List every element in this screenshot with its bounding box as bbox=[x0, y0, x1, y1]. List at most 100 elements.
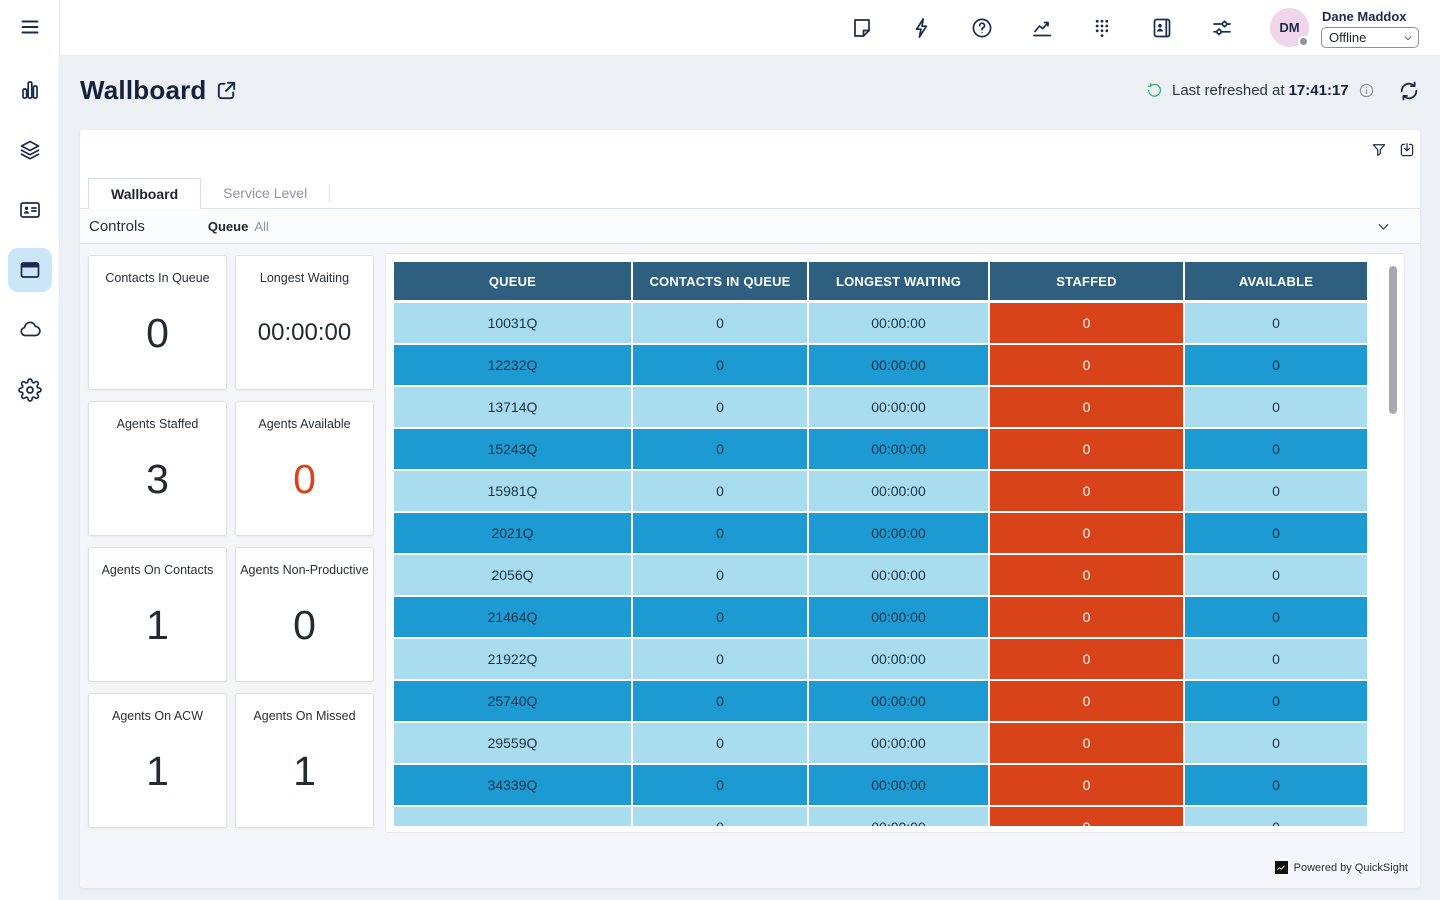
cell-staffed: 0 bbox=[990, 387, 1183, 427]
line-chart-icon[interactable] bbox=[1030, 16, 1054, 40]
tab-label: Service Level bbox=[223, 185, 307, 201]
kpi-label: Longest Waiting bbox=[260, 271, 349, 285]
column-header[interactable]: QUEUE bbox=[394, 262, 631, 300]
kpi-card: Agents On ACW1 bbox=[88, 693, 227, 828]
cell-queue: 25740Q bbox=[394, 681, 631, 721]
column-header[interactable]: AVAILABLE bbox=[1185, 262, 1367, 300]
cell-queue: 12232Q bbox=[394, 345, 631, 385]
quick-actions-icon[interactable] bbox=[910, 16, 934, 40]
cell-staffed: 0 bbox=[990, 807, 1183, 826]
info-icon[interactable] bbox=[1358, 82, 1375, 99]
queue-table-tile: QUEUECONTACTS IN QUEUELONGEST WAITINGSTA… bbox=[385, 253, 1405, 833]
cell-queue: 2056Q bbox=[394, 555, 631, 595]
cell-staffed: 0 bbox=[990, 681, 1183, 721]
sidebar-item-routing[interactable] bbox=[8, 128, 52, 172]
cell-longest-waiting: 00:00:00 bbox=[809, 765, 988, 805]
cell-queue: 15981Q bbox=[394, 471, 631, 511]
cell-contacts-in-queue: 0 bbox=[633, 723, 807, 763]
bar-chart-icon bbox=[18, 78, 42, 102]
cell-longest-waiting: 00:00:00 bbox=[809, 723, 988, 763]
sidebar-item-metrics[interactable] bbox=[8, 68, 52, 112]
sliders-icon[interactable] bbox=[1210, 16, 1234, 40]
table-row: 25740Q000:00:0000 bbox=[394, 681, 1370, 721]
dashboard-content: Contacts In Queue0Longest Waiting00:00:0… bbox=[80, 244, 1420, 888]
last-refreshed-label: Last refreshed at bbox=[1172, 82, 1285, 99]
table-scrollbar[interactable] bbox=[1389, 266, 1397, 414]
kpi-card: Agents Available0 bbox=[235, 401, 374, 536]
cell-staffed: 0 bbox=[990, 471, 1183, 511]
kpi-value: 0 bbox=[293, 431, 316, 535]
cell-contacts-in-queue: 0 bbox=[633, 429, 807, 469]
cell-staffed: 0 bbox=[990, 597, 1183, 637]
id-card-icon bbox=[18, 198, 42, 222]
sidebar-item-settings[interactable] bbox=[8, 368, 52, 412]
column-header[interactable]: CONTACTS IN QUEUE bbox=[633, 262, 807, 300]
help-icon[interactable] bbox=[970, 16, 994, 40]
cell-queue: 21464Q bbox=[394, 597, 631, 637]
tab-divider bbox=[329, 184, 330, 202]
cell-staffed: 0 bbox=[990, 555, 1183, 595]
kpi-value: 0 bbox=[293, 577, 316, 681]
cell-queue: 13714Q bbox=[394, 387, 631, 427]
controls-bar: Controls Queue All bbox=[80, 209, 1420, 244]
cell-staffed: 0 bbox=[990, 513, 1183, 553]
app-root: DM Dane Maddox Offline Wallboard Last re… bbox=[0, 0, 1440, 900]
cell-longest-waiting: 00:00:00 bbox=[809, 387, 988, 427]
kpi-card: Agents On Missed1 bbox=[235, 693, 374, 828]
sidebar-item-wallboard[interactable] bbox=[8, 248, 52, 292]
dialpad-icon[interactable] bbox=[1090, 16, 1114, 40]
cell-contacts-in-queue: 0 bbox=[633, 471, 807, 511]
cell-available: 0 bbox=[1185, 345, 1367, 385]
table-row: 13714Q000:00:0000 bbox=[394, 387, 1370, 427]
external-link-icon[interactable] bbox=[215, 79, 238, 102]
table-body: 10031Q000:00:000012232Q000:00:000013714Q… bbox=[394, 303, 1370, 826]
kpi-value: 3 bbox=[146, 431, 169, 535]
column-header[interactable]: STAFFED bbox=[990, 262, 1183, 300]
filter-icon[interactable] bbox=[1370, 141, 1388, 159]
cell-contacts-in-queue: 0 bbox=[633, 681, 807, 721]
cell-contacts-in-queue: 0 bbox=[633, 387, 807, 427]
tab-service-level[interactable]: Service Level bbox=[201, 177, 329, 208]
quicksight-attribution: Powered by QuickSight bbox=[1275, 861, 1408, 874]
cloud-icon bbox=[18, 318, 42, 342]
sidebar bbox=[0, 0, 60, 900]
cell-available: 0 bbox=[1185, 807, 1367, 826]
cell-longest-waiting: 00:00:00 bbox=[809, 429, 988, 469]
agent-status-select[interactable]: Offline bbox=[1321, 27, 1419, 48]
cell-staffed: 0 bbox=[990, 723, 1183, 763]
menu-icon[interactable] bbox=[18, 15, 42, 39]
kpi-card: Longest Waiting00:00:00 bbox=[235, 255, 374, 390]
agent-status-select-wrap: Offline bbox=[1321, 27, 1419, 48]
cell-available: 0 bbox=[1185, 723, 1367, 763]
refresh-icon[interactable] bbox=[1397, 79, 1421, 103]
cell-queue: 29559Q bbox=[394, 723, 631, 763]
controls-collapse-icon[interactable] bbox=[1375, 218, 1392, 235]
dashboard-panel: Wallboard Service Level Controls Queue A… bbox=[80, 130, 1420, 888]
cell-queue: 15243Q bbox=[394, 429, 631, 469]
column-header[interactable]: LONGEST WAITING bbox=[809, 262, 988, 300]
cell-available: 0 bbox=[1185, 429, 1367, 469]
cell-longest-waiting: 00:00:00 bbox=[809, 597, 988, 637]
queue-control-value: All bbox=[254, 219, 268, 234]
kpi-value: 0 bbox=[146, 285, 169, 389]
sidebar-item-cloud[interactable] bbox=[8, 308, 52, 352]
export-icon[interactable] bbox=[1398, 141, 1416, 159]
cell-available: 0 bbox=[1185, 555, 1367, 595]
cell-queue: 10031Q bbox=[394, 303, 631, 343]
tab-wallboard[interactable]: Wallboard bbox=[88, 178, 201, 209]
sidebar-item-contacts[interactable] bbox=[8, 188, 52, 232]
cell-available: 0 bbox=[1185, 387, 1367, 427]
cell-contacts-in-queue: 0 bbox=[633, 555, 807, 595]
kpi-grid: Contacts In Queue0Longest Waiting00:00:0… bbox=[88, 255, 374, 828]
cell-queue bbox=[394, 807, 631, 826]
directory-icon[interactable] bbox=[1150, 16, 1174, 40]
kpi-value: 1 bbox=[146, 577, 169, 681]
kpi-card: Contacts In Queue0 bbox=[88, 255, 227, 390]
last-refreshed-time: 17:41:17 bbox=[1289, 82, 1349, 99]
presence-dot bbox=[1298, 36, 1309, 47]
task-note-icon[interactable] bbox=[850, 16, 874, 40]
layers-icon bbox=[18, 138, 42, 162]
queue-control[interactable]: Queue All bbox=[208, 219, 269, 234]
table-row: 15981Q000:00:0000 bbox=[394, 471, 1370, 511]
queue-table: QUEUECONTACTS IN QUEUELONGEST WAITINGSTA… bbox=[394, 262, 1370, 826]
